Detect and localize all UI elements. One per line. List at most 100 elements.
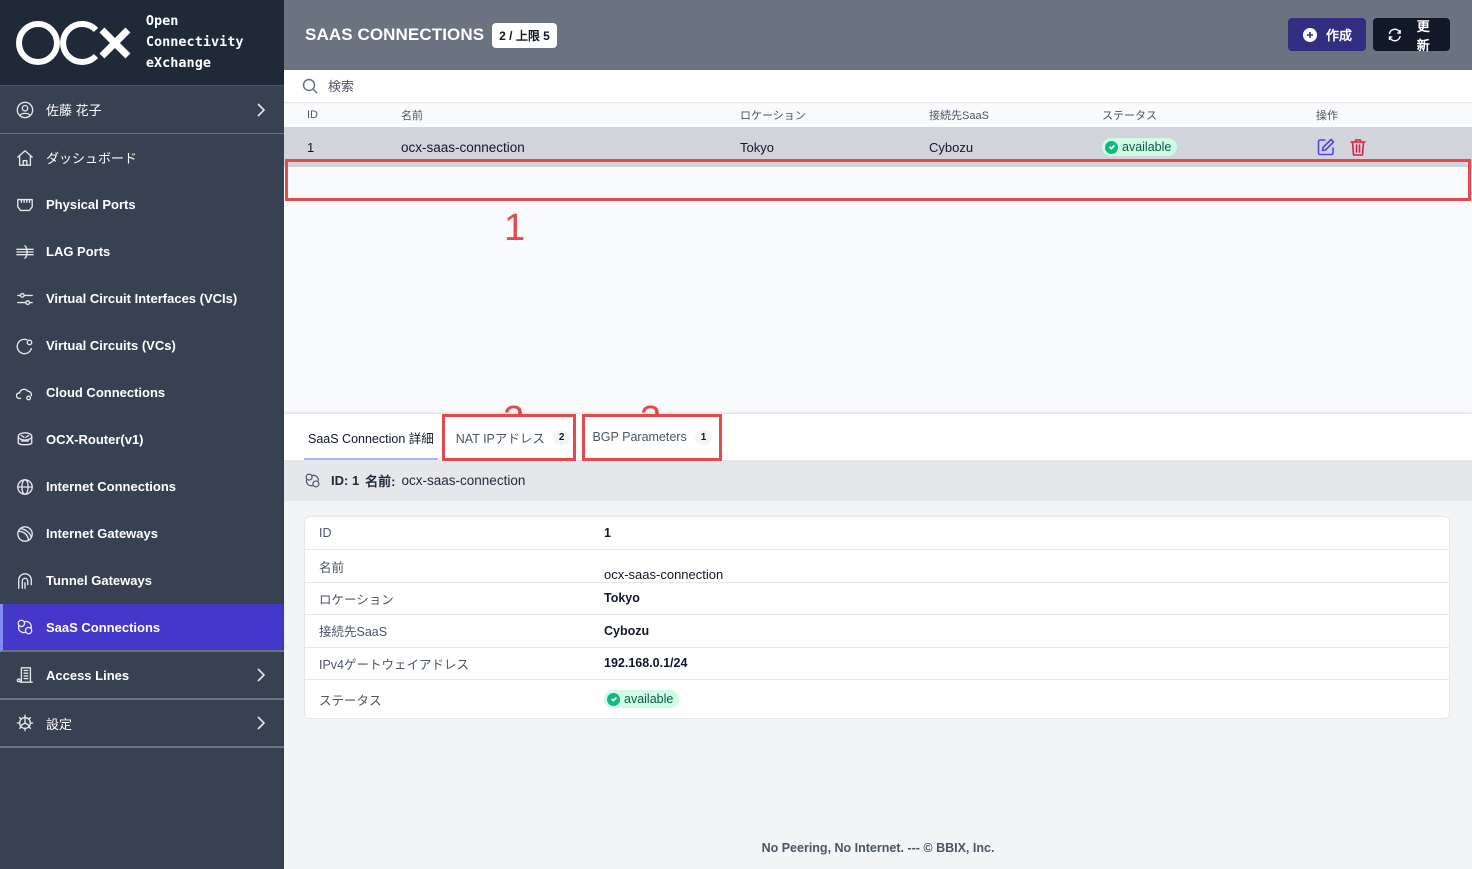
sidebar-item-internet-gateways[interactable]: Internet Gateways: [0, 510, 284, 557]
field-key: IPv4ゲートウェイアドレス: [319, 657, 470, 672]
check-circle-icon: [1105, 140, 1118, 154]
summary-name-value: ocx-saas-connection: [401, 473, 526, 488]
annotation-number-1: 1: [504, 207, 526, 249]
sidebar-item-tunnel-gateways[interactable]: Tunnel Gateways: [0, 557, 284, 604]
plus-circle-icon: [1303, 27, 1317, 42]
status-badge: available: [1102, 138, 1178, 156]
create-button[interactable]: 作成: [1288, 18, 1366, 51]
sidebar-item-label: Cloud Connections: [46, 385, 166, 400]
field-key: 接続先SaaS: [319, 625, 388, 640]
sidebar-item-label: OCX-Router(v1): [46, 432, 144, 447]
chevron-right-icon: [256, 667, 266, 683]
sidebar-item-vcs[interactable]: Virtual Circuits (VCs): [0, 322, 284, 369]
column-header-status[interactable]: ステータス: [1102, 107, 1157, 123]
table-row[interactable]: 1 ocx-saas-connection Tokyo Cybozu avail…: [284, 127, 1472, 167]
field-row-ipv4-gateway: IPv4ゲートウェイアドレス 192.168.0.1/24: [305, 648, 1449, 680]
sidebar-item-label: Virtual Circuit Interfaces (VCIs): [46, 291, 238, 306]
column-header-saas[interactable]: 接続先SaaS: [929, 107, 989, 123]
detail-fields-card: ID 1 名前 ocx-saas-connection ロケーション Tokyo…: [304, 516, 1450, 719]
field-row-status: ステータス available: [305, 680, 1449, 718]
detail-panel: SaaS Connection 詳細 NAT IPアドレス 2 BGP Para…: [284, 414, 1472, 869]
cell-location: Tokyo: [740, 139, 774, 155]
cell-actions: [1316, 137, 1376, 160]
field-value: Cybozu: [604, 623, 650, 638]
sidebar-item-physical-ports[interactable]: Physical Ports: [0, 181, 284, 228]
field-value: Tokyo: [604, 591, 640, 606]
user-circle-icon: [16, 101, 34, 119]
brand-name-line1: Open Connectivity: [145, 13, 244, 50]
chevron-right-icon: [256, 102, 266, 118]
search-input[interactable]: [328, 78, 728, 94]
field-row-saas: 接続先SaaS Cybozu: [305, 615, 1449, 648]
check-circle-icon: [607, 692, 620, 706]
table-header: ID 名前 ロケーション 接続先SaaS ステータス 操作: [284, 103, 1472, 127]
refresh-icon: [1388, 28, 1401, 41]
page-header: SAAS CONNECTIONS 2 / 上限 5 作成 更新: [284, 0, 1472, 70]
status-text: available: [1122, 140, 1172, 154]
tab-nat-ip-addresses[interactable]: NAT IPアドレス 2: [452, 414, 575, 460]
sidebar-item-label: Access Lines: [46, 667, 130, 683]
sidebar-item-ocx-router[interactable]: OCX-Router(v1): [0, 416, 284, 463]
sidebar-item-label: ダッシュボード: [46, 151, 138, 166]
tab-bgp-parameters[interactable]: BGP Parameters 1: [588, 414, 716, 460]
home-icon: [16, 149, 34, 167]
tunnel-icon: [16, 572, 34, 590]
sidebar-item-internet-connections[interactable]: Internet Connections: [0, 463, 284, 510]
sidebar-item-label: LAG Ports: [46, 244, 111, 259]
tab-label: SaaS Connection 詳細: [308, 431, 434, 446]
sidebar-item-lag-ports[interactable]: LAG Ports: [0, 228, 284, 275]
field-key: ステータス: [319, 693, 382, 708]
sidebar-item-saas-connections[interactable]: SaaS Connections: [0, 604, 284, 652]
lag-icon: [16, 243, 34, 261]
sidebar-item-label: 設定: [46, 716, 73, 732]
cell-saas: Cybozu: [929, 139, 974, 155]
sidebar-item-label: Tunnel Gateways: [46, 573, 152, 588]
column-header-location[interactable]: ロケーション: [740, 107, 806, 123]
refresh-button-label: 更新: [1416, 18, 1430, 53]
count-badge: 2 / 上限 5: [492, 22, 557, 48]
brand-name: Open Connectivity eXchange: [146, 11, 284, 74]
sliders-icon: [16, 290, 34, 308]
tab-saas-connection-details[interactable]: SaaS Connection 詳細: [304, 414, 438, 460]
sidebar-item-access-lines[interactable]: Access Lines: [0, 652, 284, 700]
sidebar-item-vcis[interactable]: Virtual Circuit Interfaces (VCIs): [0, 275, 284, 322]
brand-name-line2: eXchange: [145, 55, 211, 71]
router-icon: [16, 431, 34, 449]
tab-count-badge: 1: [694, 429, 713, 445]
sidebar-item-settings[interactable]: 設定: [0, 700, 284, 748]
cell-name: ocx-saas-connection: [401, 139, 525, 155]
globe-icon: [16, 478, 34, 496]
page-title: SAAS CONNECTIONS: [305, 25, 485, 44]
edit-icon[interactable]: [1316, 137, 1336, 157]
tab-label: NAT IPアドレス: [455, 431, 545, 446]
tab-count-badge: 2: [552, 429, 571, 445]
search-icon: [302, 78, 318, 94]
field-value: 192.168.0.1/24: [604, 656, 688, 671]
user-name: 佐藤 花子: [46, 103, 102, 118]
detail-tabs: SaaS Connection 詳細 NAT IPアドレス 2 BGP Para…: [284, 414, 1472, 461]
saas-icon: [16, 618, 34, 636]
summary-name-label: 名前:: [365, 474, 396, 489]
chevron-right-icon: [256, 715, 266, 731]
field-value: 1: [604, 525, 611, 540]
sidebar-item-label: SaaS Connections: [46, 619, 161, 635]
field-key: 名前: [319, 560, 345, 575]
sidebar-item-dashboard[interactable]: ダッシュボード: [0, 134, 284, 181]
brand[interactable]: Open Connectivity eXchange: [0, 0, 284, 86]
sidebar-item-label: Internet Connections: [46, 479, 177, 494]
column-header-actions: 操作: [1316, 110, 1338, 122]
building-icon: [16, 666, 34, 684]
delete-icon[interactable]: [1348, 137, 1368, 157]
refresh-button[interactable]: 更新: [1373, 18, 1450, 53]
sidebar-user-menu[interactable]: 佐藤 花子: [0, 86, 284, 134]
sidebar-item-label: Virtual Circuits (VCs): [46, 338, 176, 353]
column-header-name[interactable]: 名前: [401, 107, 423, 123]
create-button-label: 作成: [1326, 28, 1353, 43]
tab-label: BGP Parameters: [592, 430, 687, 444]
saas-icon: [305, 473, 320, 488]
sidebar-item-cloud-connections[interactable]: Cloud Connections: [0, 369, 284, 416]
ethernet-port-icon: [16, 196, 34, 214]
sidebar-item-label: Physical Ports: [46, 197, 136, 212]
field-row-id: ID 1: [305, 517, 1449, 550]
column-header-id[interactable]: ID: [307, 109, 318, 121]
